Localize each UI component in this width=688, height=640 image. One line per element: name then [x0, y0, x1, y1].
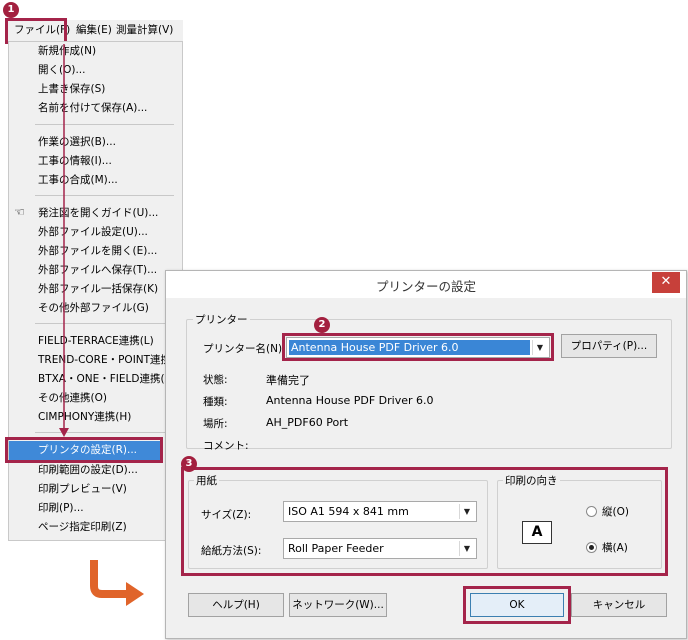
status-label: 状態: [203, 374, 228, 386]
comment-label: コメント: [203, 440, 249, 452]
dialog-titlebar: プリンターの設定 ✕ [166, 271, 686, 298]
help-button[interactable]: ヘルプ(H) [188, 593, 284, 617]
step-marker-3: 3 [181, 456, 197, 472]
menu-item-print-preview[interactable]: 印刷プレビュー(V) [38, 481, 127, 497]
highlight-ok-button [463, 586, 571, 624]
menu-item-print-range[interactable]: 印刷範囲の設定(D)... [38, 462, 138, 478]
menu-item-page-print[interactable]: ページ指定印刷(Z) [38, 519, 127, 535]
printer-group-label: プリンター [193, 312, 250, 327]
type-value: Antenna House PDF Driver 6.0 [266, 394, 434, 407]
close-button[interactable]: ✕ [652, 272, 680, 293]
printer-name-label: プリンター名(N): [203, 343, 286, 355]
dialog-title: プリンターの設定 [375, 279, 476, 294]
status-value: 準備完了 [266, 374, 310, 387]
step-marker-2: 2 [314, 317, 330, 333]
location-label: 場所: [203, 418, 228, 430]
properties-button[interactable]: プロパティ(P)... [561, 334, 657, 358]
flow-arrow-icon [90, 560, 144, 606]
printer-settings-dialog: プリンターの設定 ✕ プリンター プリンター名(N): Antenna Hous… [165, 270, 687, 639]
highlight-paper-orientation [181, 467, 668, 576]
menu-item-print[interactable]: 印刷(P)... [38, 500, 84, 516]
highlight-printer-name [282, 333, 554, 361]
location-value: AH_PDF60 Port [266, 416, 349, 429]
cancel-button[interactable]: キャンセル [571, 593, 667, 617]
close-icon: ✕ [660, 274, 672, 289]
network-button[interactable]: ネットワーク(W)... [289, 593, 387, 617]
type-label: 種類: [203, 396, 228, 408]
